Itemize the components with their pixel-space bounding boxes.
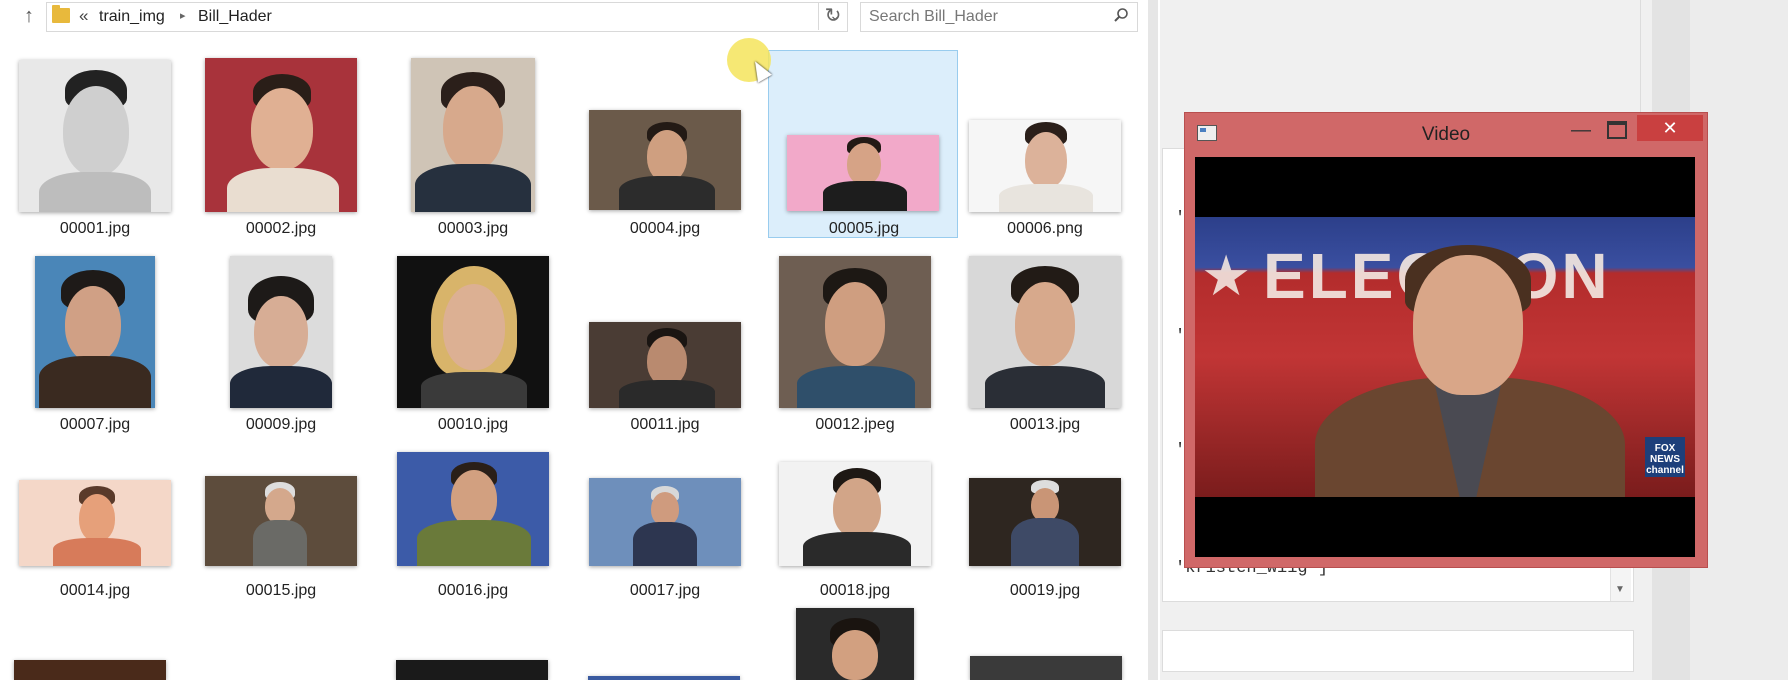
file-thumbnail[interactable]: 00004.jpg bbox=[570, 50, 760, 238]
photo-thumbnail-partial[interactable] bbox=[796, 608, 914, 680]
video-window-title: Video bbox=[1421, 124, 1471, 145]
folder-icon bbox=[52, 5, 70, 23]
file-name: 00004.jpg bbox=[629, 220, 701, 237]
file-name: 00003.jpg bbox=[437, 220, 509, 237]
photo-thumbnail bbox=[779, 256, 931, 408]
search-icon[interactable] bbox=[1113, 7, 1129, 23]
photo-thumbnail bbox=[411, 58, 535, 212]
photo-thumbnail bbox=[397, 452, 549, 566]
photo-thumbnail bbox=[969, 120, 1121, 212]
file-thumbnail[interactable]: 00006.png bbox=[950, 50, 1140, 238]
video-scene: ★ ELECTION FOX NEWS channel bbox=[1195, 217, 1695, 497]
file-thumbnail[interactable]: 00019.jpg bbox=[950, 402, 1140, 599]
photo-thumbnail-partial[interactable] bbox=[396, 660, 548, 680]
file-name: 00014.jpg bbox=[59, 582, 131, 599]
file-name: 00019.jpg bbox=[1009, 582, 1081, 599]
person-face bbox=[1413, 255, 1523, 395]
file-name: 00005.jpg bbox=[828, 220, 900, 237]
breadcrumb-separator-icon[interactable]: ▸ bbox=[180, 9, 186, 22]
photo-thumbnail bbox=[969, 256, 1121, 408]
file-thumbnail[interactable]: 00015.jpg bbox=[186, 402, 376, 599]
photo-thumbnail bbox=[589, 322, 741, 408]
photo-thumbnail bbox=[19, 60, 171, 212]
photo-thumbnail bbox=[397, 256, 549, 408]
search-input[interactable]: Search Bill_Hader bbox=[860, 2, 1138, 32]
file-thumbnail[interactable]: 00003.jpg bbox=[378, 50, 568, 238]
input-field[interactable] bbox=[1162, 630, 1634, 672]
file-name: 00002.jpg bbox=[245, 220, 317, 237]
file-thumbnail[interactable]: 00018.jpg bbox=[760, 402, 950, 599]
file-name: 00016.jpg bbox=[437, 582, 509, 599]
minimize-button[interactable]: — bbox=[1570, 119, 1592, 143]
file-explorer: ↑ « train_img ▸ Bill_Hader ⌄ ↻ Search Bi… bbox=[0, 0, 1145, 680]
video-window[interactable]: Video — ✕ ★ ELECTION FOX NEWS channel bbox=[1184, 112, 1708, 568]
photo-thumbnail bbox=[589, 478, 741, 566]
photo-thumbnail bbox=[19, 480, 171, 566]
photo-thumbnail bbox=[35, 256, 155, 408]
file-name: 00015.jpg bbox=[245, 582, 317, 599]
search-placeholder: Search Bill_Hader bbox=[869, 8, 998, 25]
file-name: 00001.jpg bbox=[59, 220, 131, 237]
maximize-button[interactable] bbox=[1607, 121, 1627, 139]
photo-thumbnail bbox=[779, 462, 931, 566]
photo-thumbnail bbox=[205, 476, 357, 566]
channel-logo: FOX NEWS channel bbox=[1645, 437, 1685, 477]
file-name: 00018.jpg bbox=[819, 582, 891, 599]
refresh-button[interactable]: ↻ bbox=[818, 2, 847, 30]
pane-divider[interactable] bbox=[1148, 0, 1158, 680]
photo-thumbnail bbox=[230, 256, 332, 408]
photo-thumbnail bbox=[205, 58, 357, 212]
photo-thumbnail-partial[interactable] bbox=[14, 660, 166, 680]
photo-thumbnail bbox=[589, 110, 741, 210]
breadcrumb-parent[interactable]: train_img bbox=[99, 8, 165, 26]
photo-thumbnail bbox=[969, 478, 1121, 566]
address-bar[interactable]: « train_img ▸ Bill_Hader ⌄ bbox=[46, 2, 848, 32]
file-thumbnail[interactable]: 00001.jpg bbox=[0, 50, 190, 238]
up-arrow-icon[interactable]: ↑ bbox=[18, 4, 40, 28]
file-thumbnail-selected[interactable]: 00005.jpg bbox=[768, 50, 958, 238]
breadcrumb-current[interactable]: Bill_Hader bbox=[198, 8, 272, 26]
photo-thumbnail-partial[interactable] bbox=[970, 656, 1122, 680]
file-thumbnail[interactable]: 00002.jpg bbox=[186, 50, 376, 238]
star-icon: ★ bbox=[1201, 244, 1252, 307]
close-button[interactable]: ✕ bbox=[1637, 115, 1703, 141]
breadcrumb-overflow[interactable]: « bbox=[79, 6, 88, 26]
file-thumbnail[interactable]: 00014.jpg bbox=[0, 402, 190, 599]
video-window-titlebar[interactable]: Video — ✕ bbox=[1185, 113, 1707, 153]
photo-thumbnail-partial[interactable] bbox=[588, 676, 740, 680]
file-name: 00017.jpg bbox=[629, 582, 701, 599]
scroll-down-arrow-icon[interactable]: ▼ bbox=[1615, 584, 1625, 595]
file-thumbnail[interactable]: 00016.jpg bbox=[378, 402, 568, 599]
file-name: 00006.png bbox=[1007, 220, 1083, 237]
address-bar-row: ↑ « train_img ▸ Bill_Hader ⌄ ↻ Search Bi… bbox=[0, 0, 1145, 34]
video-frame: ★ ELECTION FOX NEWS channel bbox=[1195, 157, 1695, 557]
photo-thumbnail bbox=[787, 135, 939, 211]
file-thumbnail[interactable]: 00017.jpg bbox=[570, 402, 760, 599]
